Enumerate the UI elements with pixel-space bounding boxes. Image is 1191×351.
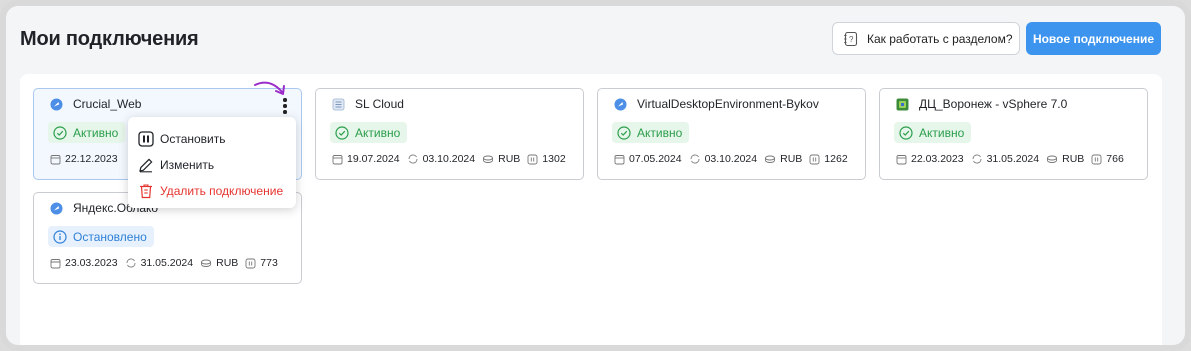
page-title: Мои подключения — [20, 28, 199, 50]
currency: RUB — [216, 257, 239, 269]
status-label: Активно — [355, 125, 401, 140]
status-label: Активно — [919, 125, 965, 140]
created-date: 22.03.2023 — [911, 153, 964, 165]
coins-icon — [765, 155, 776, 163]
status-label: Остановлено — [73, 229, 147, 244]
menu-item-edit[interactable]: Изменить — [138, 155, 214, 175]
created-date: 07.05.2024 — [629, 153, 682, 165]
pause-icon — [138, 131, 154, 147]
connection-card[interactable]: ДЦ_Воронеж - vSphere 7.0 Активно 22.03.2… — [879, 88, 1148, 180]
check-circle-icon — [53, 125, 67, 140]
connection-meta: 22.12.2023 — [50, 153, 118, 165]
status-badge: Активно — [894, 122, 972, 143]
connection-meta: 19.07.2024 03.10.2024 RUB 1302 — [332, 153, 566, 165]
created-date: 23.03.2023 — [65, 257, 118, 269]
connection-meta: 23.03.2023 31.05.2024 RUB 773 — [50, 257, 278, 269]
created-date: 19.07.2024 — [347, 153, 400, 165]
vde-icon — [614, 98, 627, 111]
updated-date: 31.05.2024 — [140, 257, 194, 269]
sync-icon — [408, 154, 418, 164]
coins-icon — [1047, 155, 1058, 163]
count: 766 — [1106, 153, 1124, 165]
counter-icon — [527, 154, 538, 164]
currency: RUB — [498, 153, 521, 165]
sync-icon — [690, 154, 700, 164]
app-window: Мои подключения ? Как работать с раздело… — [0, 0, 1191, 351]
check-circle-icon — [335, 125, 349, 140]
svg-text:?: ? — [849, 35, 854, 44]
calendar-icon — [614, 154, 625, 164]
menu-item-delete[interactable]: Удалить подключение — [138, 181, 283, 201]
currency: RUB — [780, 153, 803, 165]
status-badge: Активно — [330, 122, 408, 143]
counter-icon — [1091, 154, 1102, 164]
connection-name: ДЦ_Воронеж - vSphere 7.0 — [919, 97, 1068, 111]
count: 1262 — [824, 153, 848, 165]
updated-date: 31.05.2024 — [986, 153, 1040, 165]
help-button-label: Как работать с разделом? — [867, 31, 1013, 46]
check-circle-icon — [899, 125, 913, 140]
connection-card[interactable]: VirtualDesktopEnvironment-Bykov Активно … — [597, 88, 866, 180]
created-date: 22.12.2023 — [65, 153, 118, 165]
card-context-menu: Остановить Изменить Удалить подключение — [128, 117, 296, 208]
status-badge: Остановлено — [48, 226, 154, 247]
status-badge: Активно — [612, 122, 690, 143]
connection-meta: 22.03.2023 31.05.2024 RUB 766 — [896, 153, 1124, 165]
menu-item-label: Остановить — [160, 132, 226, 146]
help-book-icon: ? — [844, 31, 858, 46]
trash-icon — [140, 184, 152, 199]
info-circle-icon — [53, 229, 67, 244]
pencil-icon — [139, 158, 153, 173]
help-button[interactable]: ? Как работать с разделом? — [832, 22, 1020, 55]
connection-card[interactable]: SL Cloud Активно 19.07.2024 03.10.2024 R… — [315, 88, 584, 180]
updated-date: 03.10.2024 — [422, 153, 476, 165]
check-circle-icon — [617, 125, 631, 140]
calendar-icon — [50, 258, 61, 268]
connection-meta: 07.05.2024 03.10.2024 RUB 1262 — [614, 153, 848, 165]
calendar-icon — [50, 154, 61, 164]
new-connection-button[interactable]: Новое подключение — [1026, 22, 1161, 55]
updated-date: 03.10.2024 — [704, 153, 758, 165]
connections-panel: Crucial_Web Активно 22.12.2023 SL Cloud … — [20, 74, 1162, 345]
yandex-icon — [50, 202, 63, 215]
count: 773 — [260, 257, 278, 269]
count: 1302 — [542, 153, 566, 165]
annotation-arrow-icon — [254, 81, 285, 95]
calendar-icon — [332, 154, 343, 164]
connection-name: Crucial_Web — [73, 97, 142, 111]
menu-item-stop[interactable]: Остановить — [138, 129, 226, 149]
counter-icon — [809, 154, 820, 164]
status-label: Активно — [637, 125, 683, 140]
vsphere-icon — [896, 98, 909, 111]
status-badge: Активно — [48, 122, 126, 143]
connection-name: SL Cloud — [355, 97, 404, 111]
menu-item-label: Удалить подключение — [160, 184, 284, 198]
currency: RUB — [1062, 153, 1085, 165]
connection-name: VirtualDesktopEnvironment-Bykov — [637, 97, 819, 111]
calendar-icon — [896, 154, 907, 164]
counter-icon — [245, 258, 256, 268]
status-label: Активно — [73, 125, 119, 140]
coins-icon — [201, 259, 212, 267]
sync-icon — [126, 258, 136, 268]
sync-icon — [972, 154, 982, 164]
menu-item-label: Изменить — [160, 158, 215, 172]
sl-cloud-icon — [332, 98, 345, 111]
crucial-icon — [50, 98, 63, 111]
coins-icon — [483, 155, 494, 163]
